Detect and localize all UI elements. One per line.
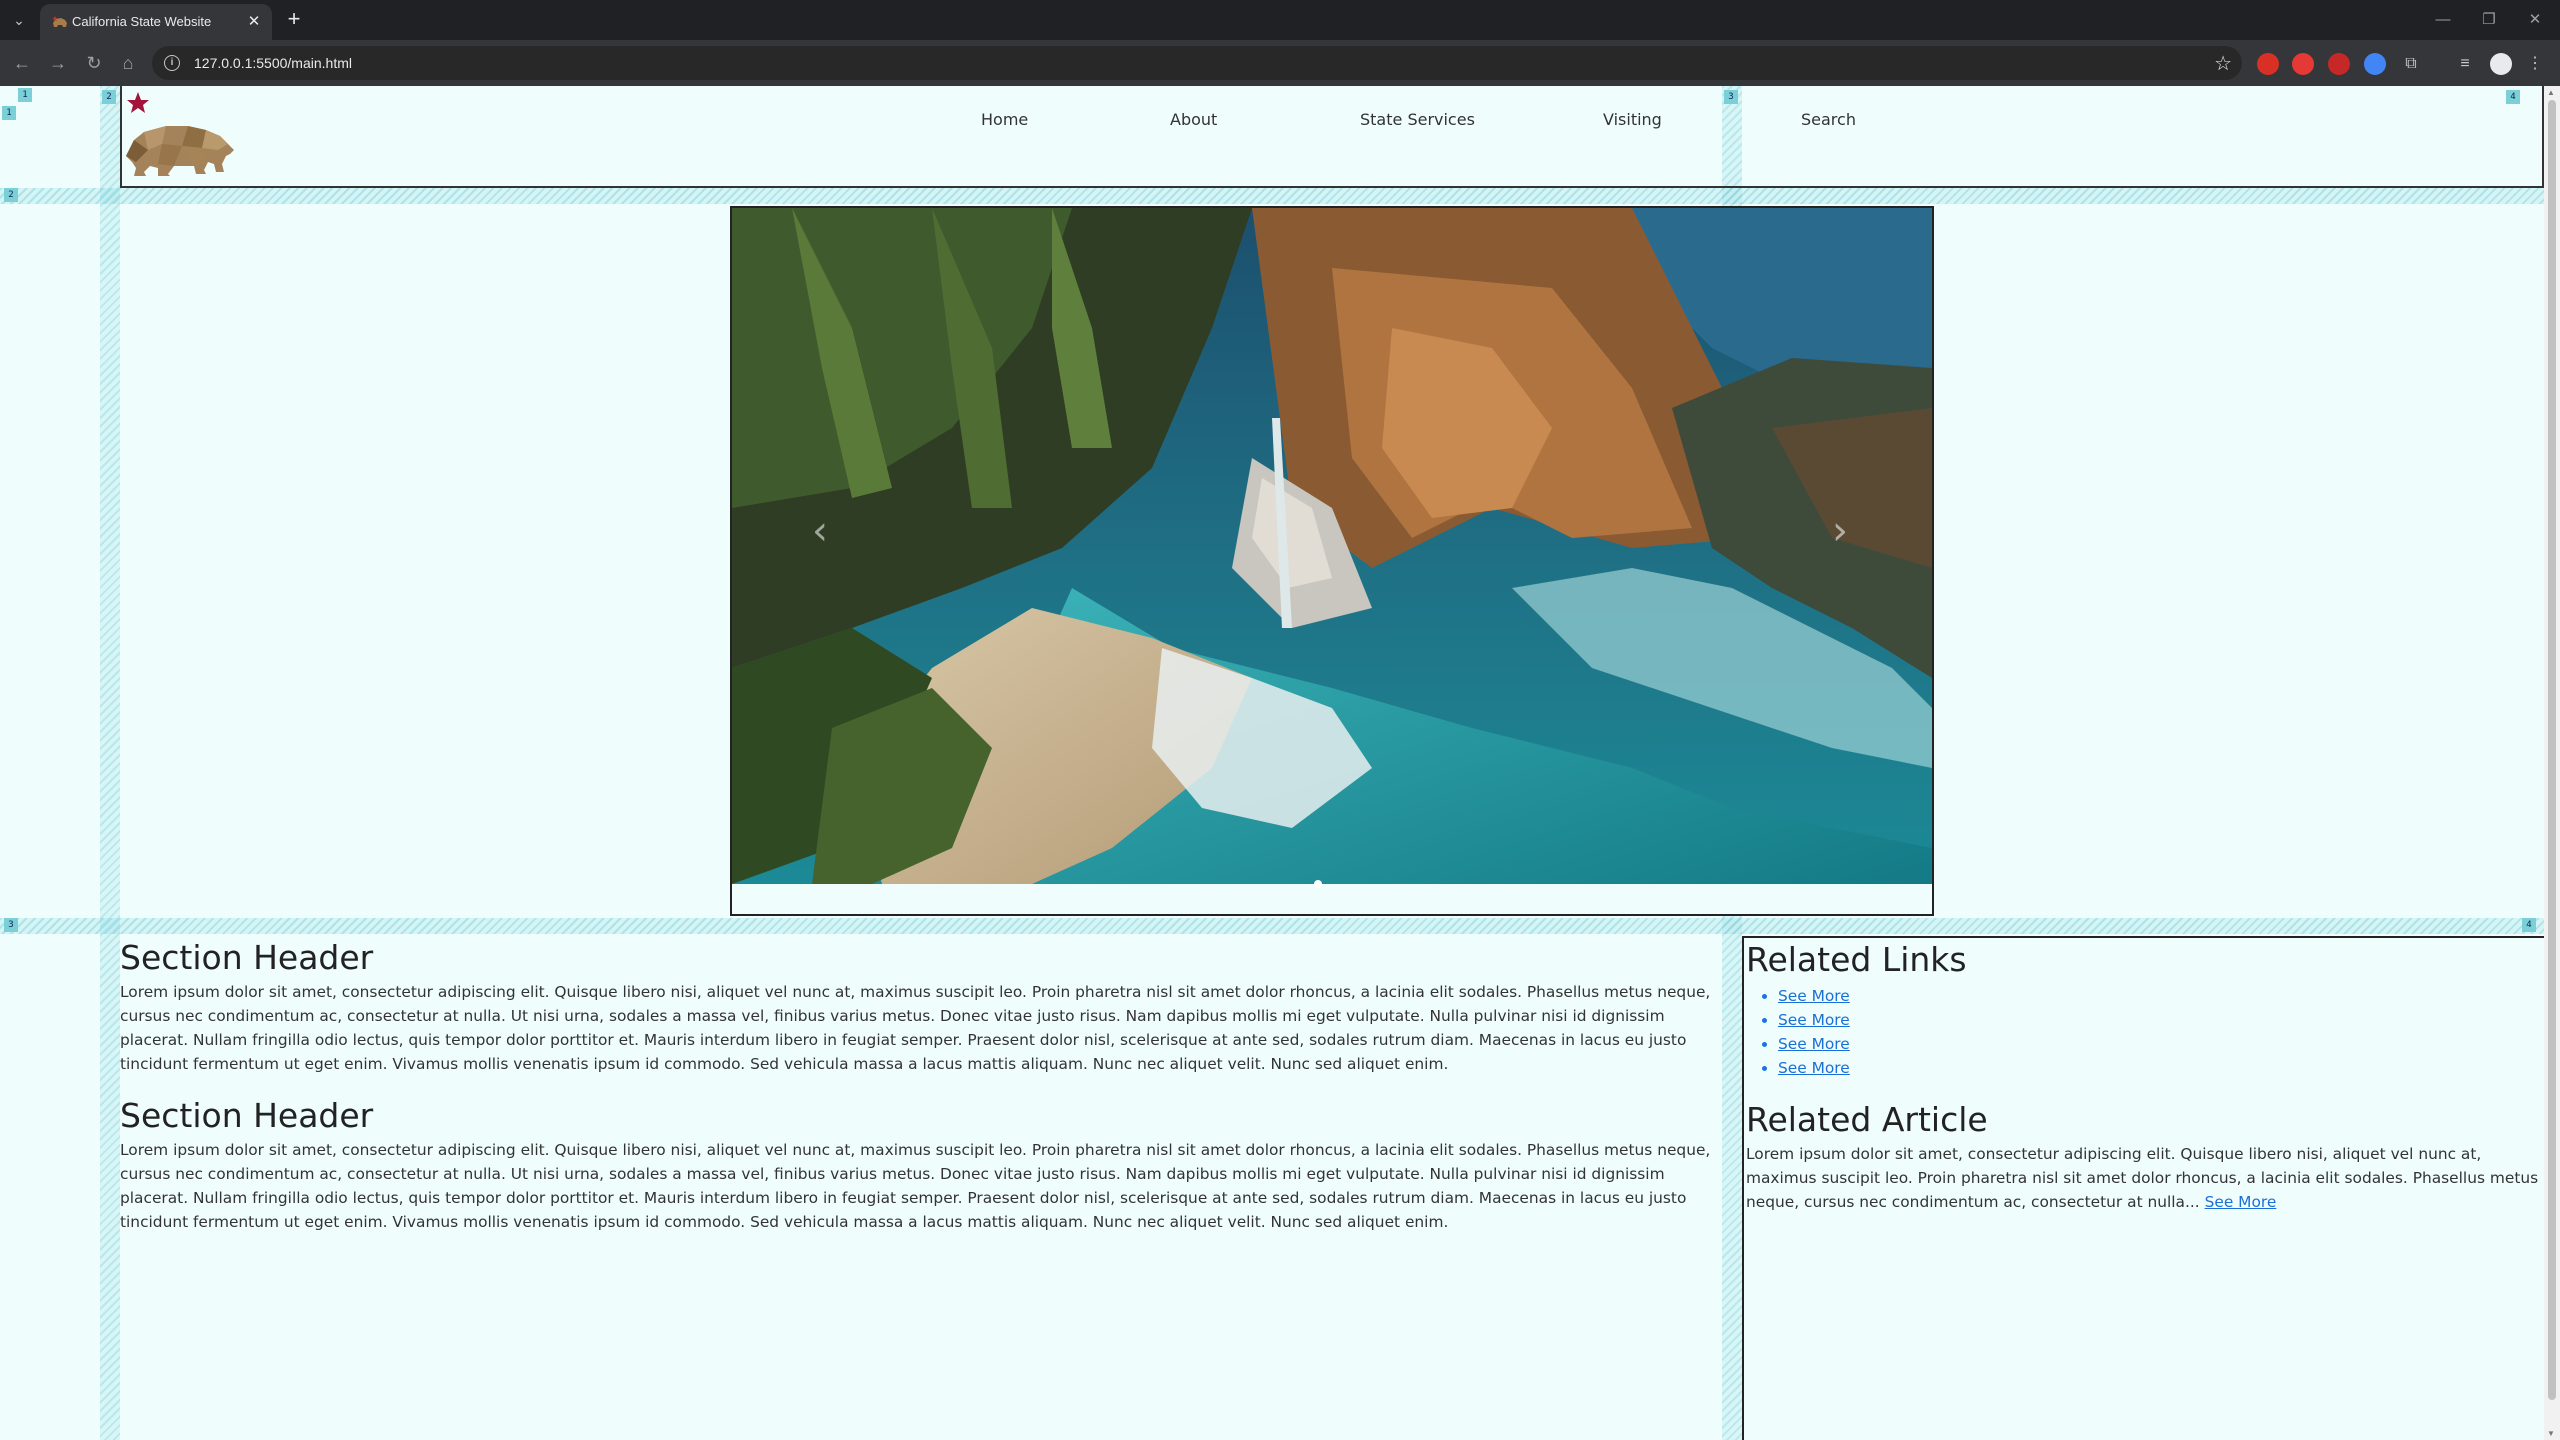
window-close-icon[interactable]: ✕ (2518, 6, 2552, 34)
profile-avatar-icon[interactable] (2490, 53, 2512, 75)
nav-search[interactable]: Search (1801, 110, 1856, 129)
see-more-link[interactable]: See More (1778, 1011, 1850, 1029)
scroll-up-icon[interactable]: ▲ (2547, 88, 2555, 97)
related-links-list: See More See More See More See More (1778, 984, 2544, 1080)
grid-line-label: 2 (102, 90, 116, 104)
grid-line-label: 3 (4, 918, 18, 932)
grid-row-gap-2 (0, 918, 2544, 934)
list-item: See More (1778, 1056, 2544, 1080)
new-tab-icon[interactable]: + (282, 8, 306, 32)
extension-red-icon[interactable] (2328, 53, 2350, 75)
extension-record-icon[interactable] (2257, 53, 2279, 75)
carousel-prev-chevron-icon[interactable]: ‹ (812, 508, 828, 554)
see-more-link[interactable]: See More (1778, 1035, 1850, 1053)
grid-line-label: 1 (18, 88, 32, 102)
nav-state-services[interactable]: State Services (1360, 110, 1475, 129)
page-viewport: 1 2 3 4 1 2 3 4 Home About State Service… (0, 86, 2544, 1440)
bear-favicon-icon (52, 16, 67, 27)
section-header: Section Header (120, 1096, 374, 1135)
tab-close-icon[interactable]: ✕ (244, 12, 264, 32)
scroll-thumb[interactable] (2548, 100, 2556, 1400)
grid-row-gap-1 (0, 188, 2544, 204)
section-body: Lorem ipsum dolor sit amet, consectetur … (120, 1141, 1711, 1231)
forward-icon[interactable]: → (46, 51, 70, 75)
image-carousel: ‹ › (730, 206, 1934, 916)
grid-line-label: 2 (4, 188, 18, 202)
page-scrollbar[interactable]: ▲ ▼ (2544, 86, 2560, 1440)
scroll-down-icon[interactable]: ▼ (2547, 1429, 2555, 1438)
article-excerpt: Lorem ipsum dolor sit amet, consectetur … (1746, 1145, 2539, 1211)
menu-kebab-icon[interactable]: ⋮ (2522, 51, 2548, 77)
california-bear-logo[interactable] (122, 92, 236, 188)
list-item: See More (1778, 1032, 2544, 1056)
section-body: Lorem ipsum dolor sit amet, consectetur … (120, 983, 1711, 1073)
related-article-text: Lorem ipsum dolor sit amet, consectetur … (1746, 1142, 2544, 1214)
bookmark-star-icon[interactable]: ☆ (2214, 51, 2232, 76)
sidebar-aside: Related Links See More See More See More… (1742, 936, 2544, 1440)
see-more-link[interactable]: See More (1778, 1059, 1850, 1077)
minimize-icon[interactable]: — (2426, 6, 2460, 34)
media-queue-icon[interactable]: ≡ (2452, 51, 2478, 77)
related-article-title: Related Article (1746, 1100, 1988, 1139)
carousel-next-chevron-icon[interactable]: › (1832, 508, 1848, 554)
site-info-icon[interactable]: i (164, 55, 180, 71)
carousel-image-coastline (732, 208, 1932, 884)
extension-sync-icon[interactable] (2364, 53, 2386, 75)
article-see-more-link[interactable]: See More (2205, 1193, 2277, 1211)
extensions-puzzle-icon[interactable]: ⧉ (2398, 51, 2424, 77)
address-bar[interactable]: i 127.0.0.1:5500/main.html ☆ (152, 46, 2242, 80)
list-item: See More (1778, 1008, 2544, 1032)
tab-search-chevron-icon[interactable]: ⌄ (6, 8, 32, 32)
nav-visiting[interactable]: Visiting (1603, 110, 1662, 129)
tab-strip: ⌄ California State Website ✕ + — ❐ ✕ (0, 0, 2560, 40)
nav-about[interactable]: About (1170, 110, 1217, 129)
main-content: Section Header Lorem ipsum dolor sit ame… (120, 936, 1720, 1252)
extension-youtube-icon[interactable] (2292, 53, 2314, 75)
tab-title: California State Website (72, 14, 212, 29)
grid-line-label: 4 (2522, 918, 2536, 932)
home-icon[interactable]: ⌂ (116, 51, 140, 75)
reload-icon[interactable]: ↻ (82, 51, 106, 75)
restore-icon[interactable]: ❐ (2472, 6, 2506, 34)
list-item: See More (1778, 984, 2544, 1008)
site-header (120, 86, 2544, 188)
browser-toolbar: ← → ↻ ⌂ i 127.0.0.1:5500/main.html ☆ (0, 40, 2560, 86)
see-more-link[interactable]: See More (1778, 987, 1850, 1005)
grid-line-label: 1 (2, 106, 16, 120)
grid-column-gap-1 (100, 86, 120, 1440)
nav-home[interactable]: Home (981, 110, 1028, 129)
url-text[interactable]: 127.0.0.1:5500/main.html (194, 55, 352, 71)
related-links-title: Related Links (1746, 940, 1967, 979)
section-header: Section Header (120, 938, 374, 977)
browser-tab[interactable]: California State Website ✕ (40, 4, 272, 40)
carousel-indicator-dot[interactable] (1314, 880, 1322, 888)
back-icon[interactable]: ← (10, 51, 34, 75)
